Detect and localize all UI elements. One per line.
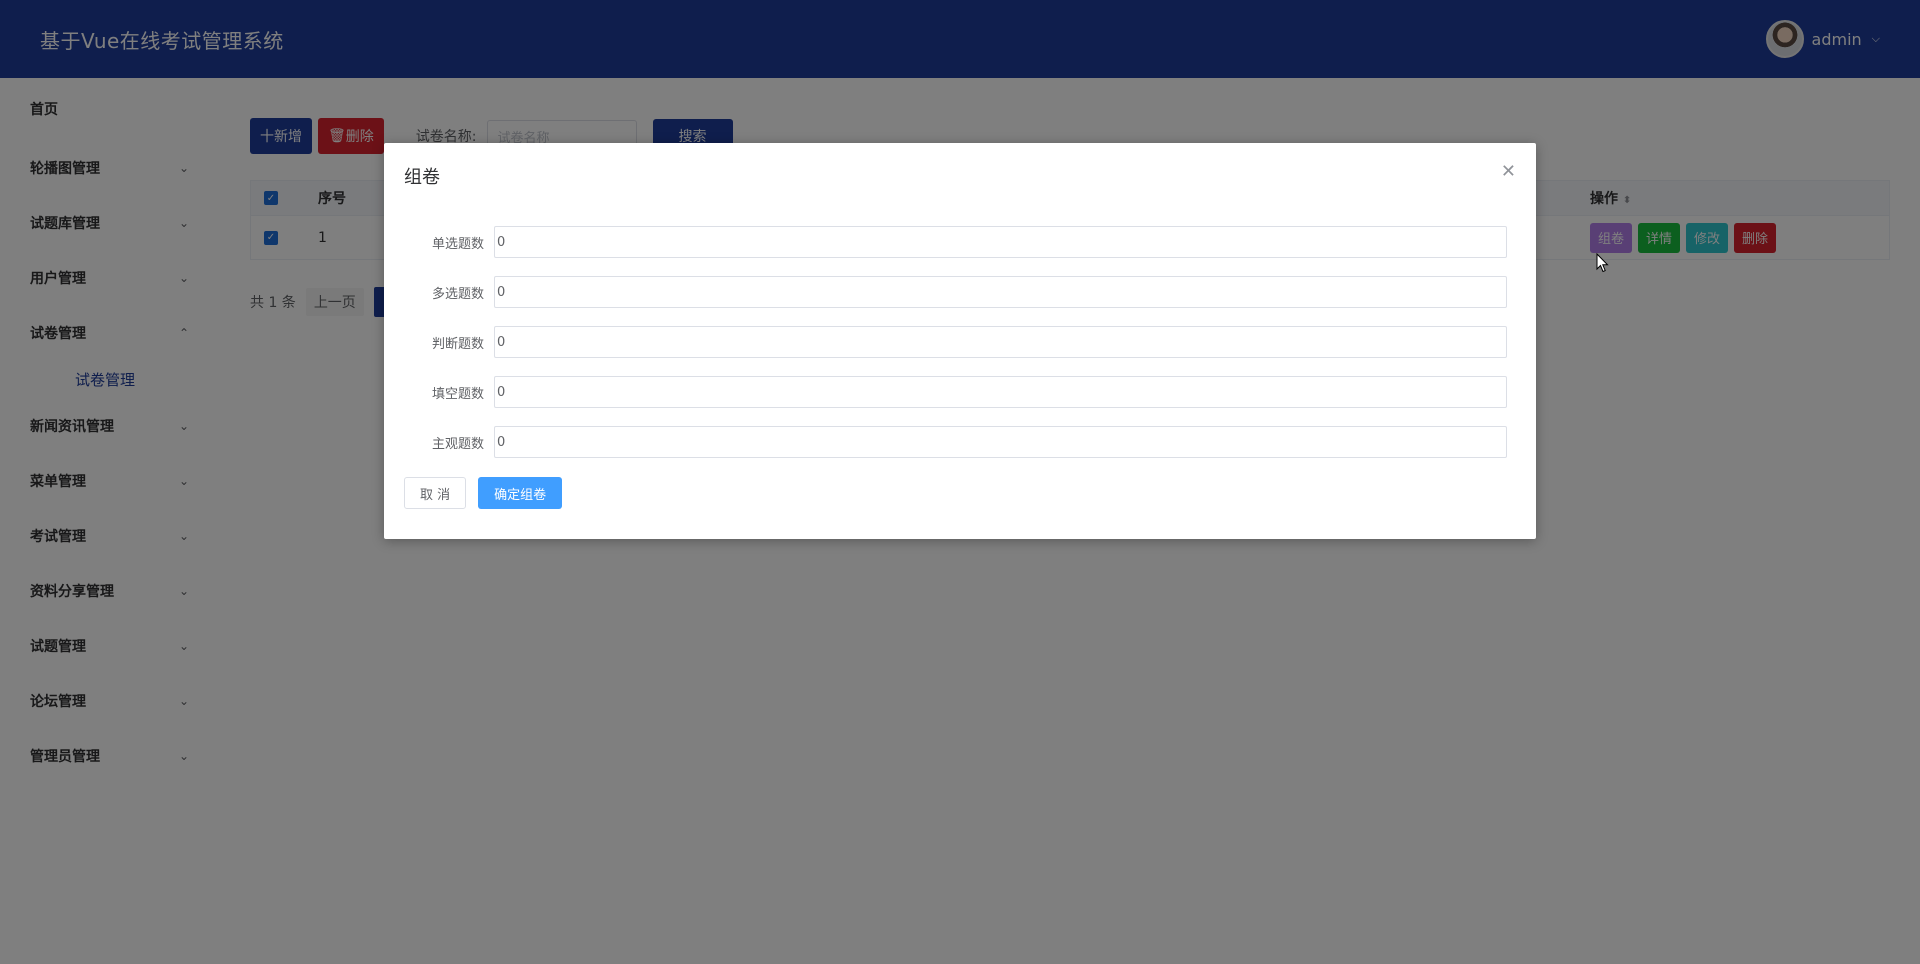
form-row-single: 单选题数 0 bbox=[384, 226, 1536, 258]
dialog-title: 组卷 bbox=[404, 167, 440, 188]
multi-choice-label: 多选题数 bbox=[431, 286, 484, 302]
multi-choice-count-input[interactable]: 0 bbox=[494, 276, 1507, 308]
cancel-button[interactable]: 取 消 bbox=[404, 477, 467, 509]
true-false-count-input[interactable]: 0 bbox=[494, 326, 1507, 358]
form-row-multi: 多选题数 0 bbox=[384, 276, 1536, 308]
subjective-count-input[interactable]: 0 bbox=[494, 426, 1507, 458]
fill-blank-label: 填空题数 bbox=[431, 386, 484, 402]
dialog-footer: 取 消 确定组卷 bbox=[404, 477, 563, 509]
single-choice-count-input[interactable]: 0 bbox=[494, 226, 1507, 258]
confirm-compose-button[interactable]: 确定组卷 bbox=[478, 477, 563, 509]
single-choice-label: 单选题数 bbox=[431, 236, 484, 252]
form-row-judge: 判断题数 0 bbox=[384, 326, 1536, 358]
compose-paper-dialog: 组卷 ✕ 单选题数 0 多选题数 0 判断题数 0 填空题数 0 主观题数 0 … bbox=[384, 143, 1536, 539]
subjective-label: 主观题数 bbox=[431, 436, 484, 452]
true-false-label: 判断题数 bbox=[431, 336, 484, 352]
fill-blank-count-input[interactable]: 0 bbox=[494, 376, 1507, 408]
form-row-fill: 填空题数 0 bbox=[384, 376, 1536, 408]
close-icon[interactable]: ✕ bbox=[1501, 163, 1516, 181]
mouse-cursor-icon bbox=[1596, 252, 1610, 273]
form-row-subjective: 主观题数 0 bbox=[384, 426, 1536, 458]
